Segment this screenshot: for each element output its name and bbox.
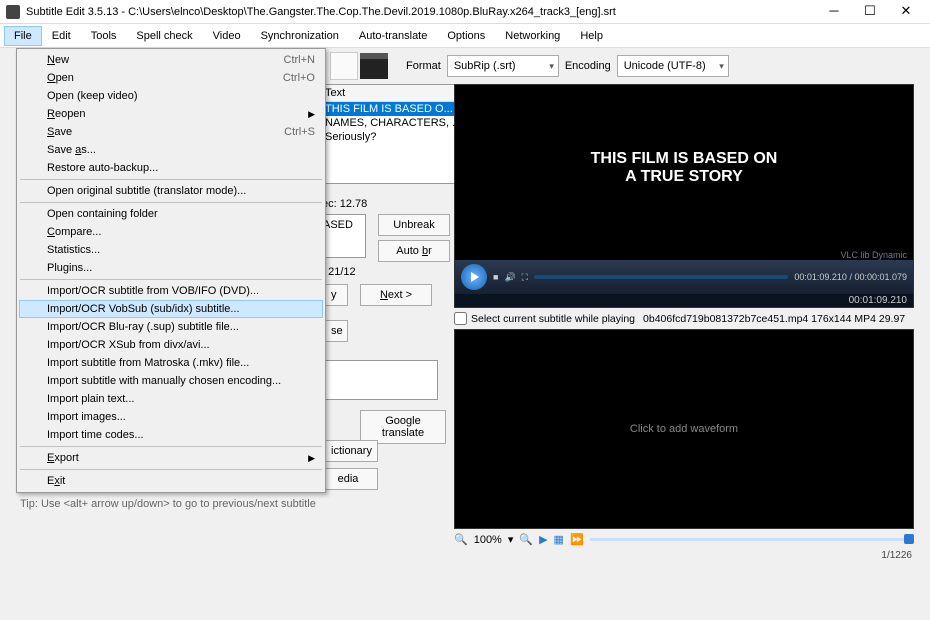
toolbar-button[interactable] [330, 52, 358, 80]
file-menu-item[interactable]: Open (keep video) [19, 87, 323, 105]
autobr-button[interactable]: Auto br [378, 240, 450, 262]
time-label: 00:01:09.210 [455, 294, 913, 307]
clapper-icon[interactable] [360, 53, 388, 79]
app-icon [6, 5, 20, 19]
file-menu-dropdown: NewCtrl+NOpenCtrl+OOpen (keep video)Reop… [16, 48, 326, 493]
media-button-fragment[interactable]: edia [318, 468, 378, 490]
menu-spellcheck[interactable]: Spell check [126, 26, 202, 46]
wave-ff-icon[interactable]: ⏩ [570, 533, 584, 546]
window-title: Subtitle Edit 3.5.13 - C:\Users\elnco\De… [26, 6, 816, 18]
wave-scroll[interactable] [590, 538, 914, 541]
pager: 1/1226 [454, 546, 914, 565]
google-translate-button[interactable]: Google translate [360, 410, 446, 444]
text-field[interactable] [318, 360, 438, 400]
tip-text: Tip: Use <alt+ arrow up/down> to go to p… [8, 490, 446, 518]
file-menu-item[interactable]: Restore auto-backup... [19, 159, 323, 177]
zoom-level: 100% [474, 534, 502, 546]
video-player[interactable]: THIS FILM IS BASED ON A TRUE STORY VLC l… [454, 84, 914, 308]
fullscreen-icon[interactable]: ⛶ [522, 272, 528, 283]
encoding-label: Encoding [565, 60, 611, 72]
file-menu-item[interactable]: Export▶ [19, 449, 323, 467]
menu-edit[interactable]: Edit [42, 26, 81, 46]
play-icon [471, 272, 479, 282]
encoding-combo[interactable]: Unicode (UTF-8) [617, 55, 729, 77]
menu-options[interactable]: Options [437, 26, 495, 46]
file-menu-item[interactable]: Import/OCR XSub from divx/avi... [19, 336, 323, 354]
checkbox-label: Select current subtitle while playing [471, 313, 635, 325]
file-menu-item[interactable]: Import plain text... [19, 390, 323, 408]
char-count: : 21/12 [322, 266, 356, 278]
next-button[interactable]: Next > [360, 284, 432, 306]
file-menu-item[interactable]: NewCtrl+N [19, 51, 323, 69]
wave-grid-icon[interactable]: ▦ [554, 533, 564, 546]
video-subtitle-line: A TRUE STORY [625, 168, 743, 186]
menubar: File Edit Tools Spell check Video Synchr… [0, 24, 930, 48]
file-menu-item[interactable]: Import images... [19, 408, 323, 426]
zoom-dropdown-icon[interactable]: ▾ [508, 533, 514, 546]
file-menu-item[interactable]: Import subtitle from Matroska (.mkv) fil… [19, 354, 323, 372]
stop-icon[interactable]: ■ [493, 272, 498, 282]
file-menu-item[interactable]: Statistics... [19, 241, 323, 259]
file-menu-item[interactable]: Compare... [19, 223, 323, 241]
menu-video[interactable]: Video [203, 26, 251, 46]
zoom-in-icon[interactable]: 🔍 [519, 533, 533, 546]
media-info: 0b406fcd719b081372b7ce451.mp4 176x144 MP… [643, 313, 905, 325]
format-combo[interactable]: SubRip (.srt) [447, 55, 559, 77]
list-row[interactable]: NAMES, CHARACTERS, ... [319, 116, 467, 130]
dictionary-button-fragment[interactable]: ictionary [318, 440, 378, 462]
file-menu-item[interactable]: Plugins... [19, 259, 323, 277]
menu-sync[interactable]: Synchronization [251, 26, 349, 46]
list-row[interactable]: THIS FILM IS BASED O... [319, 102, 467, 116]
file-menu-item[interactable]: Exit [19, 472, 323, 490]
file-menu-item[interactable]: Import/OCR Blu-ray (.sup) subtitle file.… [19, 318, 323, 336]
file-menu-item[interactable]: Import/OCR subtitle from VOB/IFO (DVD)..… [19, 282, 323, 300]
unbreak-button[interactable]: Unbreak [378, 214, 450, 236]
wave-play-icon[interactable]: ▶ [539, 533, 547, 546]
format-label: Format [406, 60, 441, 72]
file-menu-item[interactable]: Open original subtitle (translator mode)… [19, 182, 323, 200]
file-menu-item[interactable]: Open containing folder [19, 205, 323, 223]
video-subtitle-line: THIS FILM IS BASED ON [591, 150, 778, 168]
menu-networking[interactable]: Networking [495, 26, 570, 46]
maximize-button[interactable]: ☐ [852, 0, 888, 24]
file-menu-item[interactable]: Save as... [19, 141, 323, 159]
file-menu-item[interactable]: Reopen▶ [19, 105, 323, 123]
progress-bar[interactable] [534, 275, 788, 279]
minimize-button[interactable]: ─ [816, 0, 852, 24]
file-menu-item[interactable]: Import/OCR VobSub (sub/idx) subtitle... [19, 300, 323, 318]
menu-autotranslate[interactable]: Auto-translate [349, 26, 437, 46]
waveform-panel[interactable]: Click to add waveform [454, 329, 914, 529]
duration-label: ec: 12.78 [322, 198, 367, 210]
list-row[interactable]: Seriously? [319, 130, 467, 144]
menu-file[interactable]: File [4, 26, 42, 46]
mute-icon[interactable]: 🔊 [504, 272, 515, 283]
play-button[interactable] [461, 264, 487, 290]
select-while-playing-checkbox[interactable] [454, 312, 467, 325]
list-header-text[interactable]: Text [319, 85, 467, 102]
file-menu-item[interactable]: OpenCtrl+O [19, 69, 323, 87]
menu-help[interactable]: Help [570, 26, 613, 46]
file-menu-item[interactable]: Import subtitle with manually chosen enc… [19, 372, 323, 390]
time-display: 00:01:09.210 / 00:00:01.079 [794, 272, 907, 282]
menu-tools[interactable]: Tools [81, 26, 127, 46]
file-menu-item[interactable]: Import time codes... [19, 426, 323, 444]
video-watermark: VLC lib Dynamic [455, 250, 913, 260]
file-menu-item[interactable]: SaveCtrl+S [19, 123, 323, 141]
close-button[interactable]: ✕ [888, 0, 924, 24]
zoom-out-icon[interactable]: 🔍 [454, 533, 468, 546]
